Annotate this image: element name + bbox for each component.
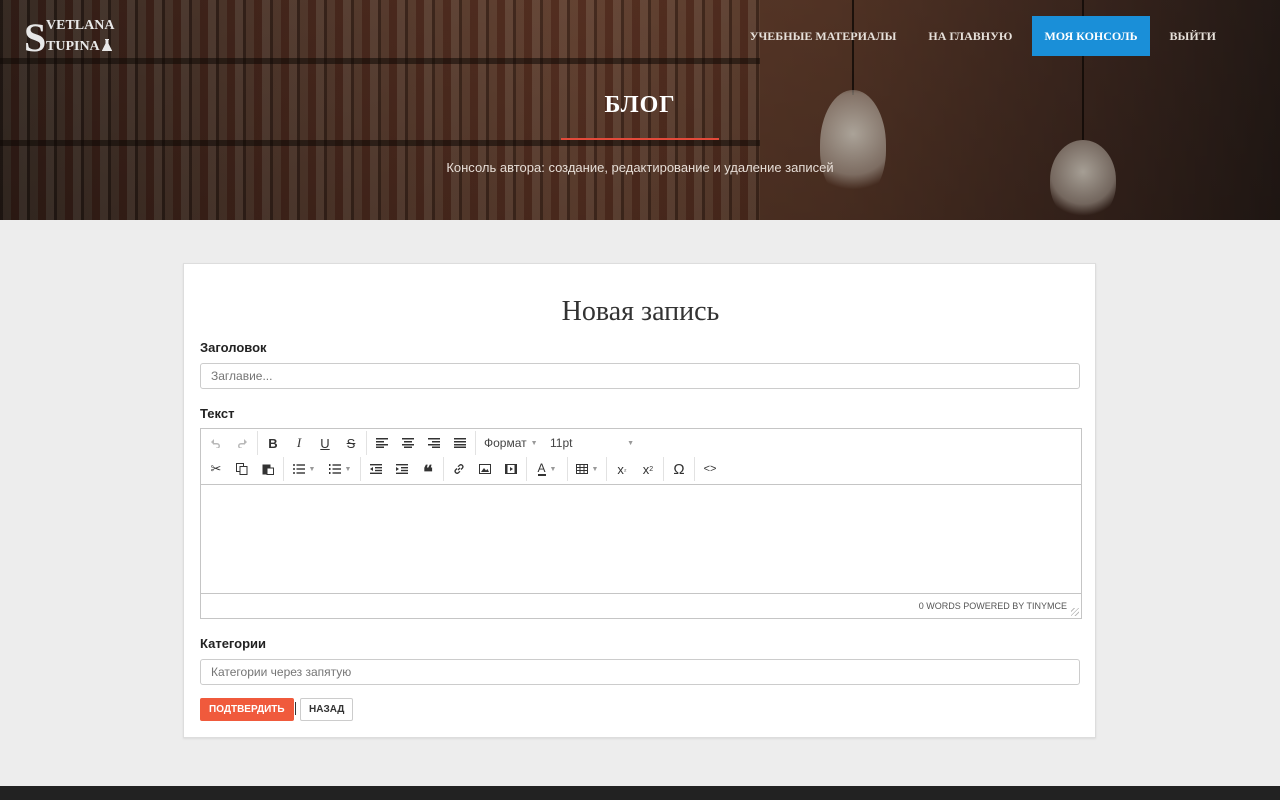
chevron-down-icon: ▼ bbox=[344, 465, 352, 473]
superscript-icon[interactable]: x2 bbox=[635, 457, 661, 481]
page-subtitle: Консоль автора: создание, редактирование… bbox=[446, 160, 834, 175]
media-icon[interactable] bbox=[498, 457, 524, 481]
font-size-dropdown[interactable]: 11pt ▼ bbox=[544, 431, 640, 455]
strikethrough-icon[interactable]: S bbox=[338, 431, 364, 455]
title-label: Заголовок bbox=[200, 340, 267, 355]
subscript-icon[interactable]: x₂ bbox=[609, 457, 635, 481]
bold-icon[interactable]: B bbox=[260, 431, 286, 455]
toolbar-row-2: ✂ ▼ ▼ ❝ A ▼ ▼ x ₂ x 2 Ω <> bbox=[201, 456, 1081, 482]
chevron-down-icon: ▼ bbox=[549, 465, 557, 473]
special-character-icon[interactable]: Ω bbox=[666, 457, 692, 481]
redo-icon[interactable] bbox=[229, 431, 255, 455]
editor-content-area[interactable] bbox=[201, 485, 1081, 593]
toolbar-row-1: B I U S Формат ▼ 11pt ▼ bbox=[201, 430, 1081, 456]
logo-line-1: VETLANA bbox=[46, 18, 115, 33]
source-code-icon[interactable]: <> bbox=[697, 457, 723, 481]
nav-item-home[interactable]: НА ГЛАВНУЮ bbox=[912, 16, 1028, 56]
button-separator bbox=[295, 702, 296, 715]
text-color-icon[interactable]: A ▼ bbox=[529, 457, 565, 481]
nav-item-materials[interactable]: УЧЕБНЫЕ МАТЕРИАЛЫ bbox=[734, 16, 913, 56]
link-icon[interactable] bbox=[446, 457, 472, 481]
categories-input[interactable] bbox=[200, 659, 1080, 685]
chevron-down-icon: ▼ bbox=[591, 465, 599, 473]
align-right-icon[interactable] bbox=[421, 431, 447, 455]
image-icon[interactable] bbox=[472, 457, 498, 481]
italic-icon[interactable]: I bbox=[286, 431, 312, 455]
chevron-down-icon: ▼ bbox=[308, 465, 316, 473]
main-nav: УЧЕБНЫЕ МАТЕРИАЛЫ НА ГЛАВНУЮ МОЯ КОНСОЛЬ… bbox=[734, 16, 1232, 56]
bullet-list-icon[interactable]: ▼ bbox=[286, 457, 322, 481]
align-center-icon[interactable] bbox=[395, 431, 421, 455]
rich-text-editor: B I U S Формат ▼ 11pt ▼ ✂ ▼ ▼ ❝ A ▼ ▼ x … bbox=[200, 428, 1082, 619]
text-label: Текст bbox=[200, 406, 235, 421]
underline-icon[interactable]: U bbox=[312, 431, 338, 455]
logo-line-2: TUPINA bbox=[46, 39, 113, 55]
flask-icon bbox=[102, 39, 113, 51]
resize-handle-icon[interactable] bbox=[1071, 608, 1079, 616]
nav-item-logout[interactable]: ВЫЙТИ bbox=[1154, 16, 1232, 56]
page-title: БЛОГ bbox=[604, 92, 676, 118]
blockquote-icon[interactable]: ❝ bbox=[415, 454, 441, 484]
undo-icon[interactable] bbox=[203, 431, 229, 455]
form-heading: Новая запись bbox=[561, 296, 720, 327]
numbered-list-icon[interactable]: ▼ bbox=[322, 457, 358, 481]
editor-status-bar: 0 WORDS POWERED BY TINYMCE bbox=[201, 593, 1081, 618]
cut-icon[interactable]: ✂ bbox=[203, 457, 229, 481]
copy-icon[interactable] bbox=[229, 457, 255, 481]
editor-toolbar: B I U S Формат ▼ 11pt ▼ ✂ ▼ ▼ ❝ A ▼ ▼ x … bbox=[201, 429, 1081, 485]
back-button[interactable]: НАЗАД bbox=[300, 698, 354, 721]
outdent-icon[interactable] bbox=[363, 457, 389, 481]
align-left-icon[interactable] bbox=[369, 431, 395, 455]
submit-button[interactable]: ПОДТВЕРДИТЬ bbox=[200, 698, 294, 721]
categories-label: Категории bbox=[200, 636, 267, 651]
align-justify-icon[interactable] bbox=[447, 431, 473, 455]
paste-icon[interactable] bbox=[255, 457, 281, 481]
title-underline bbox=[561, 138, 719, 140]
indent-icon[interactable] bbox=[389, 457, 415, 481]
nav-item-console[interactable]: МОЯ КОНСОЛЬ bbox=[1032, 16, 1150, 56]
title-input[interactable] bbox=[200, 363, 1080, 389]
new-post-card: Новая запись Заголовок Текст B I U S bbox=[183, 263, 1096, 738]
hero-banner: S VETLANA TUPINA УЧЕБНЫЕ МАТЕРИАЛЫ НА ГЛ… bbox=[0, 0, 1280, 220]
logo-initial: S bbox=[24, 15, 47, 60]
page-footer bbox=[0, 786, 1280, 800]
chevron-down-icon: ▼ bbox=[627, 439, 634, 447]
format-dropdown[interactable]: Формат ▼ bbox=[478, 431, 544, 455]
table-icon[interactable]: ▼ bbox=[570, 457, 604, 481]
chevron-down-icon: ▼ bbox=[530, 439, 538, 447]
